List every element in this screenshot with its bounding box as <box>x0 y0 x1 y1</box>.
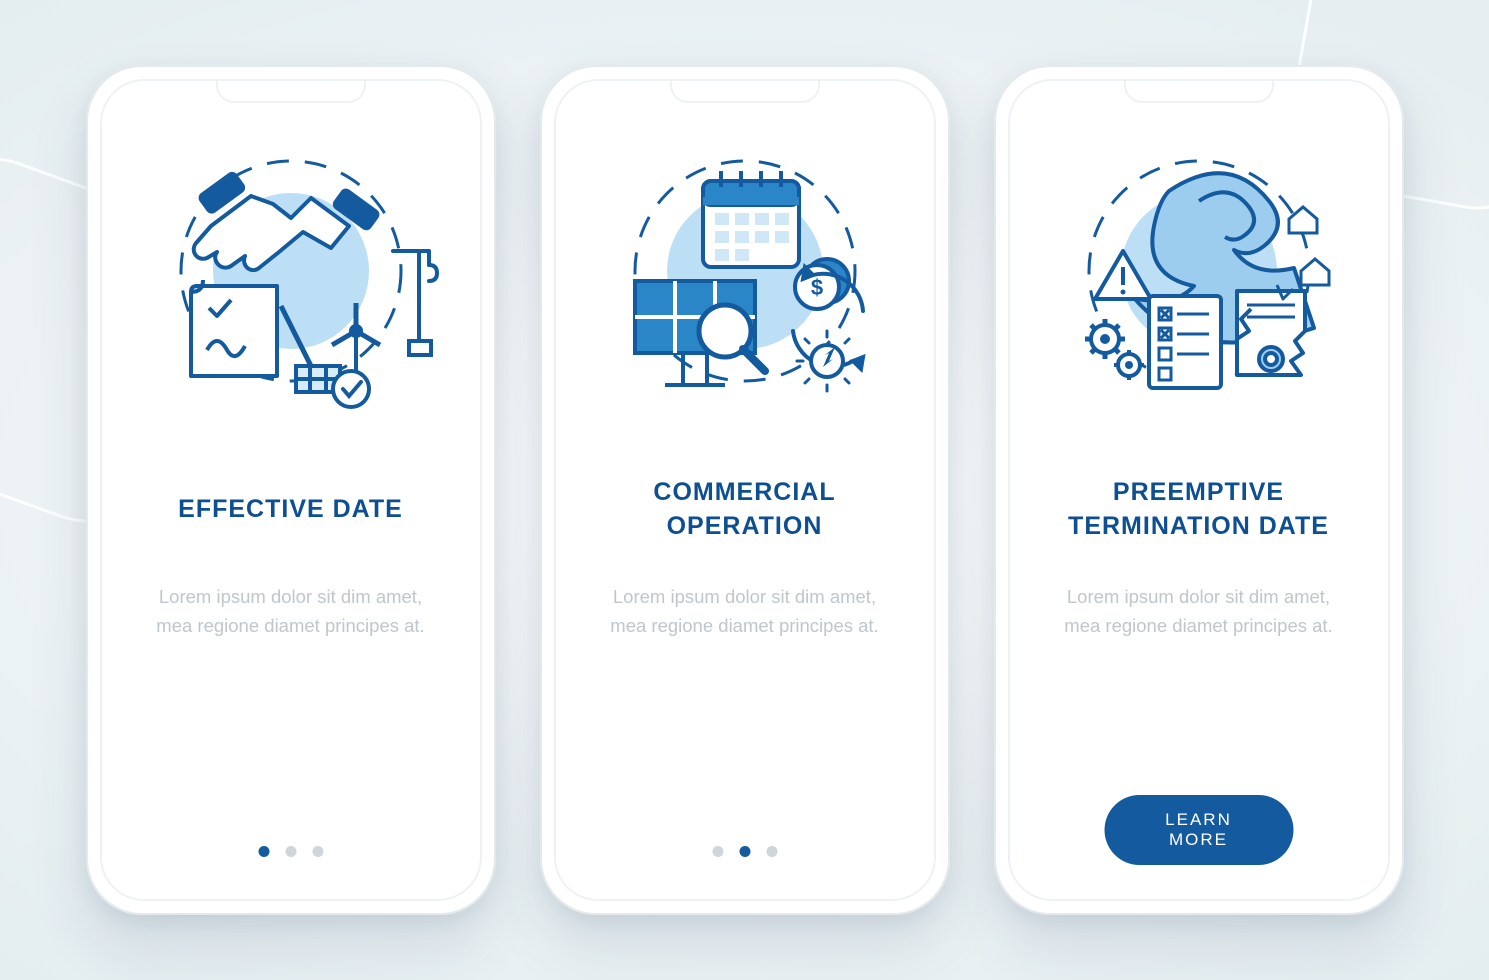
page-indicator <box>258 846 323 857</box>
onboarding-body: Lorem ipsum dolor sit dim amet, mea regi… <box>585 583 905 640</box>
handshake-contract-icon <box>141 131 441 431</box>
phone-notch <box>216 81 366 103</box>
phone-notch <box>670 81 820 103</box>
onboarding-body: Lorem ipsum dolor sit dim amet, mea regi… <box>131 583 451 640</box>
page-dot[interactable] <box>739 846 750 857</box>
onboarding-title: PREEMPTIVE TERMINATION DATE <box>1038 465 1360 555</box>
phone-mockup-3: PREEMPTIVE TERMINATION DATE Lorem ipsum … <box>994 65 1404 915</box>
page-indicator <box>712 846 777 857</box>
onboarding-screen: $ <box>554 79 936 901</box>
phone-notch <box>1124 81 1274 103</box>
onboarding-title: COMMERCIAL OPERATION <box>584 465 906 555</box>
onboarding-screen: EFFECTIVE DATE Lorem ipsum dolor sit dim… <box>100 79 482 901</box>
page-dot[interactable] <box>258 846 269 857</box>
learn-more-button[interactable]: LEARN MORE <box>1104 795 1293 865</box>
onboarding-screen: PREEMPTIVE TERMINATION DATE Lorem ipsum … <box>1008 79 1390 901</box>
phone-mockup-2: $ <box>540 65 950 915</box>
phone-mockup-1: EFFECTIVE DATE Lorem ipsum dolor sit dim… <box>86 65 496 915</box>
onboarding-body: Lorem ipsum dolor sit dim amet, mea regi… <box>1039 583 1359 640</box>
page-dot[interactable] <box>712 846 723 857</box>
phone-row: EFFECTIVE DATE Lorem ipsum dolor sit dim… <box>86 65 1404 915</box>
page-dot[interactable] <box>285 846 296 857</box>
calendar-solar-icon: $ <box>595 131 895 431</box>
page-dot[interactable] <box>312 846 323 857</box>
onboarding-title: EFFECTIVE DATE <box>172 465 409 555</box>
termination-disaster-icon <box>1049 131 1349 431</box>
svg-text:$: $ <box>810 275 822 300</box>
page-dot[interactable] <box>766 846 777 857</box>
